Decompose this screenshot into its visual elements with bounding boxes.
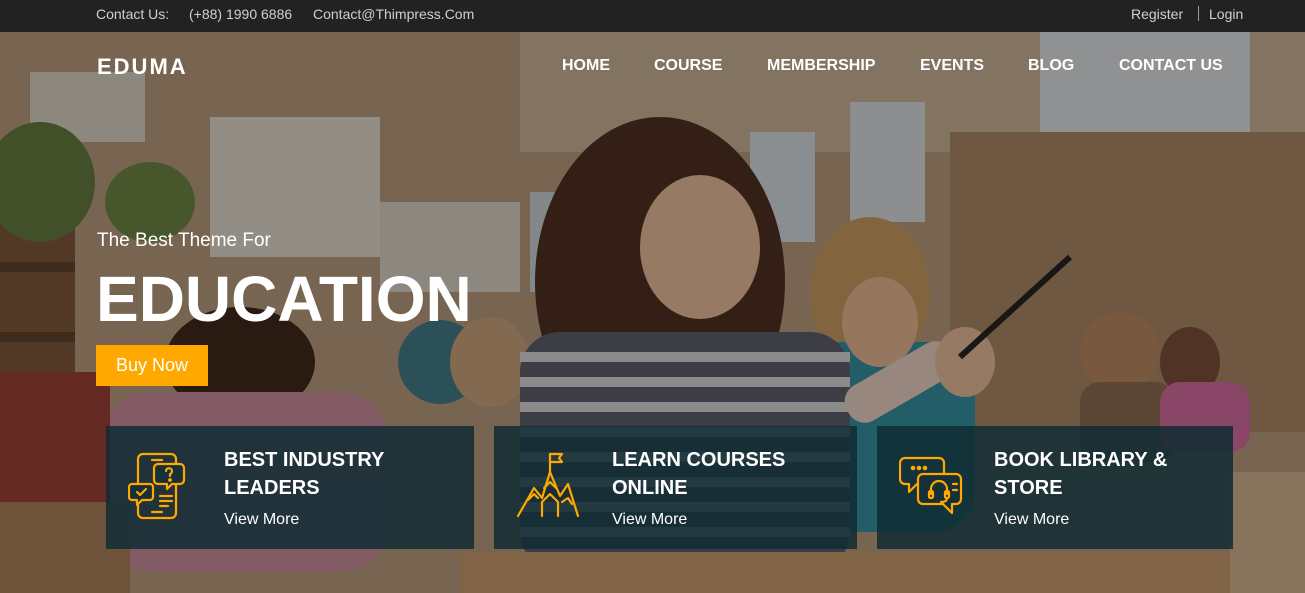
nav-blog[interactable]: BLOG (1028, 57, 1074, 75)
view-more-link[interactable]: View More (994, 511, 1069, 529)
nav-home[interactable]: HOME (562, 57, 610, 75)
feature-title-line2: STORE (994, 477, 1063, 499)
hero-subtitle: The Best Theme For (97, 230, 271, 251)
mobile-chat-icon (128, 452, 186, 520)
nav-events[interactable]: EVENTS (920, 57, 984, 75)
view-more-link[interactable]: View More (612, 511, 687, 529)
feature-title-line1: LEARN COURSES (612, 449, 786, 471)
buy-now-button[interactable]: Buy Now (96, 345, 208, 386)
register-link[interactable]: Register (1131, 6, 1183, 22)
mountain-flag-icon (516, 452, 580, 518)
contact-label: Contact Us: (96, 6, 170, 22)
login-link[interactable]: Login (1209, 6, 1243, 22)
feature-title-line2: LEADERS (224, 477, 320, 499)
top-bar: Contact Us: (+88) 1990 6886 Contact@Thim… (0, 0, 1305, 32)
feature-card-industry-leaders[interactable]: BEST INDUSTRY LEADERS View More (106, 426, 474, 549)
feature-title: LEARN COURSES ONLINE (612, 446, 812, 502)
topbar-divider (1198, 6, 1199, 21)
nav-course[interactable]: COURSE (654, 57, 722, 75)
feature-title-line1: BEST INDUSTRY (224, 449, 385, 471)
feature-title: BOOK LIBRARY & STORE (994, 446, 1194, 502)
feature-title: BEST INDUSTRY LEADERS (224, 446, 424, 502)
feature-title-line2: ONLINE (612, 477, 688, 499)
nav-membership[interactable]: MEMBERSHIP (767, 57, 875, 75)
site-logo[interactable]: EDUMA (97, 54, 188, 80)
hero-headline: EDUCATION (96, 263, 472, 335)
view-more-link[interactable]: View More (224, 511, 299, 529)
feature-title-line1: BOOK LIBRARY & (994, 449, 1168, 471)
feature-card-learn-courses[interactable]: LEARN COURSES ONLINE View More (494, 426, 857, 549)
support-chat-icon (899, 456, 963, 515)
contact-email[interactable]: Contact@Thimpress.Com (313, 6, 474, 22)
contact-phone[interactable]: (+88) 1990 6886 (189, 6, 292, 22)
nav-contact-us[interactable]: CONTACT US (1119, 57, 1223, 75)
feature-card-book-library[interactable]: BOOK LIBRARY & STORE View More (877, 426, 1233, 549)
